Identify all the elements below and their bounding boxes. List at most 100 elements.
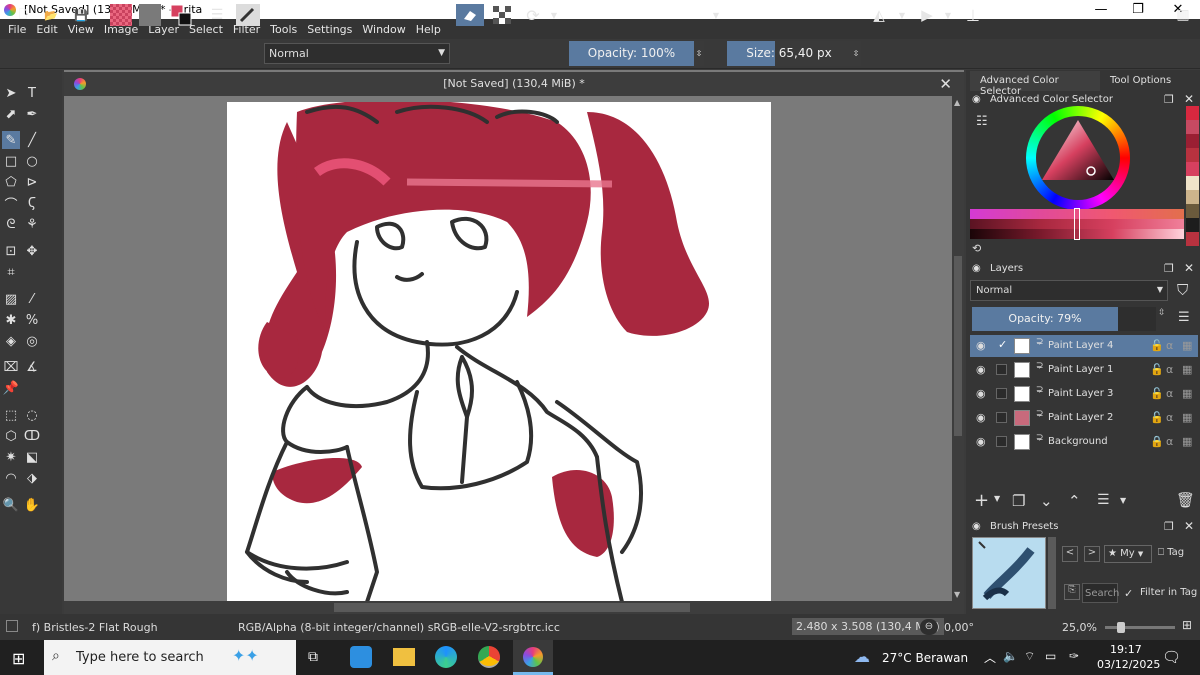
color-triangle[interactable] [1036,116,1120,200]
float-panel-icon[interactable]: ❐ [1164,93,1174,106]
assistant-tool-icon[interactable]: ⌧ [2,358,20,376]
store-app-icon[interactable] [350,646,372,668]
multibrush-icon[interactable]: ⚘ [23,215,41,233]
new-document-icon[interactable]: 🗋 [14,4,32,26]
lock-icon[interactable]: 🔒 [1150,435,1164,448]
polygon-tool-icon[interactable]: ⬠ [2,173,20,191]
alpha-lock-icon[interactable]: α [1166,435,1173,448]
pan-tool-icon[interactable]: ✋ [23,496,41,514]
inherit-alpha-icon[interactable]: ▦ [1182,339,1192,352]
move-layer-up-icon[interactable]: ⌃ [1068,492,1081,510]
dynamic-brush-icon[interactable]: ᘓ [2,215,20,233]
close-panel-icon[interactable]: ✕ [1184,261,1194,275]
duplicate-layer-icon[interactable]: ❐ [1012,492,1025,510]
preserve-alpha-icon[interactable] [490,4,514,26]
opacity-stepper[interactable]: ⇳ [694,41,704,66]
color-swatch[interactable] [1186,106,1199,120]
edit-shapes-icon[interactable]: ⬈ [2,105,20,123]
freehand-brush-icon[interactable]: ✎ [2,131,20,149]
close-panel-icon[interactable]: ✕ [1184,519,1194,533]
colorize-mask-icon[interactable]: % [23,311,41,329]
zoom-plus-icon[interactable]: ⊞ [1182,618,1192,632]
clock-date[interactable]: 03/12/2025 [1097,658,1160,671]
weather-label[interactable]: 27°C Berawan [882,651,968,665]
krita-taskbar-button[interactable] [513,640,553,675]
eraser-mode-icon[interactable] [456,4,484,26]
layer-checkmark-icon[interactable]: ✓ [998,338,1007,351]
tag-select[interactable]: ★ My ▼ [1104,545,1152,563]
network-icon[interactable]: ⌔ [1024,649,1035,664]
size-stepper[interactable]: ⇳ [851,41,861,66]
open-document-icon[interactable]: 📂 [42,4,60,26]
bezier-tool-icon[interactable]: ⌒ [2,194,20,213]
maximize-button[interactable]: ❐ [1118,0,1158,19]
horizontal-scrollbar[interactable] [64,601,964,614]
battery-icon[interactable]: ▭ [1045,649,1056,663]
reload-preset-icon[interactable]: ⟳ [522,4,544,26]
move-tool-icon[interactable]: ✥ [23,242,41,260]
panel-lock-icon[interactable]: ◉ [972,263,981,274]
chevron-down-icon[interactable]: ▼ [994,494,1000,503]
layer-opacity-slider[interactable]: Opacity: 79% [972,307,1118,331]
tab-tool-options[interactable]: Tool Options [1102,71,1182,91]
layer-checkbox[interactable] [996,388,1007,399]
foreground-background-colors-icon[interactable] [170,4,194,26]
color-swatch[interactable] [1186,148,1199,162]
layer-row[interactable]: ◉ ⊋ Paint Layer 3 🔓 α ▦ [970,383,1198,405]
clock-time[interactable]: 19:17 [1110,643,1142,656]
chevron-down-icon[interactable]: ▼ [1120,496,1126,505]
magnetic-select-icon[interactable]: ⬗ [23,469,41,487]
visibility-eye-icon[interactable]: ◉ [976,411,988,424]
chevron-down-icon[interactable]: ▼ [710,4,722,26]
lock-icon[interactable]: 🔓 [1150,339,1164,352]
crop-tool-icon[interactable]: ⌗ [2,263,20,281]
rotation-icon[interactable]: ⊖ [920,619,938,635]
inherit-alpha-icon[interactable]: ▦ [1182,363,1192,376]
menu-settings[interactable]: Settings [307,23,352,36]
rect-select-icon[interactable]: ⬚ [2,406,20,424]
pen-icon[interactable]: ✑ [1069,649,1079,663]
previous-tag-button[interactable]: < [1062,546,1078,562]
visibility-eye-icon[interactable]: ◉ [976,339,988,352]
color-selector-settings-icon[interactable]: ☷ [976,114,988,129]
chevron-up-icon[interactable]: ︿ [984,649,996,666]
filter-icon[interactable]: ⛉ [1177,281,1188,299]
measure-tool-icon[interactable]: ∡ [23,358,41,376]
visibility-eye-icon[interactable]: ◉ [976,363,988,376]
brush-scrollbar[interactable] [1048,537,1056,609]
drawing-canvas[interactable] [227,102,771,602]
gradient-selector-icon[interactable] [110,4,132,26]
polygon-select-icon[interactable]: ⬡ [2,427,20,445]
opacity-slider[interactable]: Opacity: 100% [569,41,694,66]
layer-row[interactable]: ◉ ✓ ⊋ Paint Layer 4 🔓 α ▦ [970,335,1198,357]
color-swatch[interactable] [1186,190,1199,204]
speaker-icon[interactable]: 🔈 [1003,649,1018,663]
lock-icon[interactable]: 🔓 [1150,411,1164,424]
line-tool-icon[interactable]: ╱ [23,131,41,149]
brush-preset-thumbnail[interactable] [972,537,1046,609]
alpha-lock-icon[interactable]: α [1166,363,1173,376]
taskbar-search-box[interactable]: ⌕ Type here to search ✦✦ [44,640,296,675]
workspace-chooser-icon[interactable]: ▥ [1172,4,1194,26]
close-document-icon[interactable]: ✕ [939,72,952,96]
pattern-selector-icon[interactable] [139,4,161,26]
size-slider[interactable]: Size: 65,40 px [727,41,851,66]
brush-search-input[interactable]: Search [1082,583,1119,603]
contiguous-select-icon[interactable]: ✷ [2,448,20,466]
color-swatch[interactable] [1186,162,1199,176]
horizontal-mirror-icon[interactable]: ◭ [868,4,890,26]
save-search-icon[interactable]: ⎘ [1064,584,1080,600]
lock-icon[interactable]: 🔓 [1150,363,1164,376]
float-panel-icon[interactable]: ❐ [1164,520,1174,533]
refresh-icon[interactable]: ⟲ [972,242,981,255]
task-view-icon[interactable]: ⧉ [308,649,318,665]
windows-start-icon[interactable]: ⊞ [12,649,25,668]
select-shapes-icon[interactable]: ➤ [2,84,20,102]
layers-menu-icon[interactable]: ☰ [1178,310,1190,325]
slider-handle[interactable] [1074,208,1080,240]
zoom-slider[interactable] [1105,622,1175,633]
panel-lock-icon[interactable]: ◉ [972,521,981,532]
tag-menu-button[interactable]: ⎕ Tag [1156,545,1198,563]
next-tag-button[interactable]: > [1084,546,1100,562]
tab-advanced-color-selector[interactable]: Advanced Color Selector [970,71,1100,97]
